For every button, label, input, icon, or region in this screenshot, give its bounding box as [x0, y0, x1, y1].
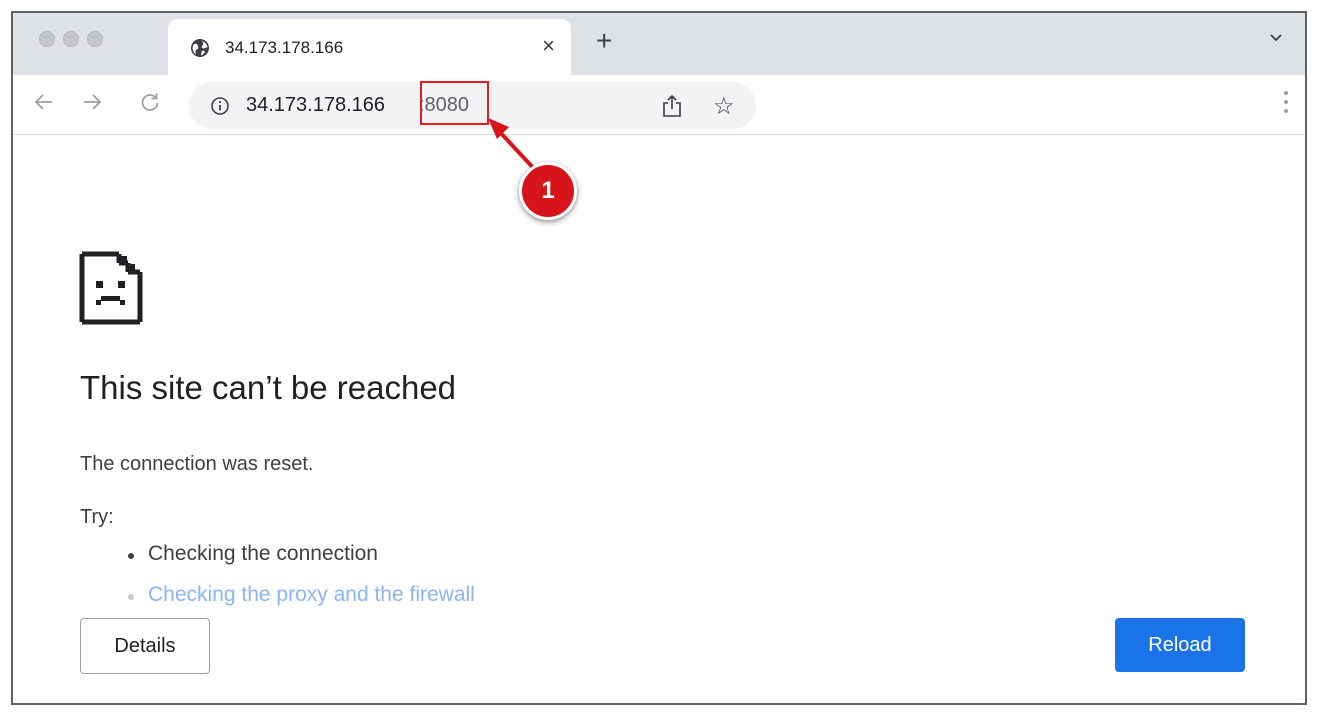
annotation-badge: 1: [519, 162, 577, 220]
share-icon[interactable]: [661, 94, 683, 118]
tab-title: 34.173.178.166: [225, 38, 344, 57]
suggestions-list: Checking the connection Checking the pro…: [128, 542, 475, 624]
info-icon[interactable]: [210, 96, 230, 116]
tab-close-icon[interactable]: ×: [542, 33, 555, 59]
tab-strip: 34.173.178.166 × +: [13, 13, 1305, 75]
forward-arrow-icon[interactable]: [81, 91, 103, 113]
new-tab-icon[interactable]: +: [596, 25, 612, 57]
list-item: Checking the connection: [128, 542, 475, 583]
browser-window: 34.173.178.166 × + 34.173.178.166:8080 …: [11, 11, 1307, 705]
reload-icon[interactable]: [139, 91, 161, 113]
suggestion-text: Checking the connection: [148, 542, 378, 565]
bullet-icon: [128, 553, 134, 559]
kebab-menu-icon[interactable]: [1283, 89, 1289, 115]
chevron-down-icon[interactable]: [1269, 31, 1283, 45]
port-highlight-box: [420, 81, 489, 125]
toolbar: 34.173.178.166 :8080 ☆: [13, 75, 1305, 135]
try-label: Try:: [80, 506, 114, 528]
minimize-window-button[interactable]: [63, 31, 79, 47]
zoom-window-button[interactable]: [87, 31, 103, 47]
url-host: 34.173.178.166: [246, 94, 386, 116]
close-window-button[interactable]: [39, 31, 55, 47]
sad-page-icon: [79, 251, 143, 325]
reload-button[interactable]: Reload: [1115, 618, 1245, 672]
suggestion-link[interactable]: Checking the proxy and the firewall: [148, 583, 475, 606]
back-arrow-icon[interactable]: [33, 91, 55, 113]
page-title: This site can’t be reached: [80, 369, 457, 406]
error-description: The connection was reset.: [80, 453, 314, 475]
globe-icon: [191, 39, 209, 57]
details-button[interactable]: Details: [80, 618, 210, 674]
star-icon[interactable]: ☆: [713, 92, 735, 121]
bullet-icon: [128, 594, 134, 600]
tab-active[interactable]: 34.173.178.166 ×: [168, 19, 571, 75]
